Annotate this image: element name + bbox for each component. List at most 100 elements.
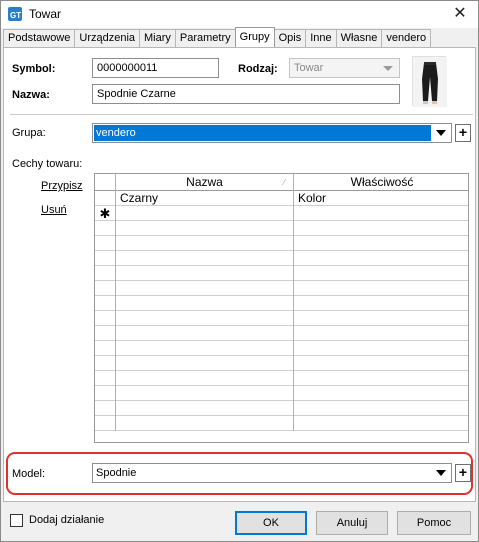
cell-wlasciwosc	[294, 371, 468, 386]
product-thumbnail[interactable]	[412, 56, 447, 107]
empty-row	[95, 371, 468, 386]
help-button[interactable]: Pomoc	[397, 511, 471, 535]
przypisz-link[interactable]: Przypisz	[41, 180, 83, 192]
row-indicator	[95, 236, 116, 251]
grupa-label: Grupa:	[12, 127, 46, 139]
cell-nazwa	[116, 281, 294, 296]
cell-nazwa	[116, 356, 294, 371]
cell-wlasciwosc	[294, 401, 468, 416]
cell-wlasciwosc	[294, 251, 468, 266]
empty-row	[95, 296, 468, 311]
cell-nazwa	[116, 326, 294, 341]
table-row[interactable]: Czarny Kolor	[95, 191, 468, 206]
row-indicator	[95, 401, 116, 416]
pants-image	[413, 57, 447, 107]
usun-link[interactable]: Usuń	[41, 204, 67, 216]
empty-row	[95, 221, 468, 236]
cell-nazwa	[116, 221, 294, 236]
column-header-wlasciwosc[interactable]: Właściwość	[294, 174, 468, 191]
tab-wlasne[interactable]: Własne	[335, 29, 383, 47]
empty-row	[95, 416, 468, 431]
cell-wlasciwosc	[294, 326, 468, 341]
ok-button[interactable]: OK	[235, 511, 307, 535]
rodzaj-select: Towar	[289, 58, 400, 78]
cell-nazwa	[116, 236, 294, 251]
tab-podstawowe[interactable]: Podstawowe	[3, 29, 76, 47]
empty-row	[95, 281, 468, 296]
nazwa-field[interactable]: Spodnie Czarne	[92, 84, 400, 104]
window-title: Towar	[29, 7, 62, 21]
empty-row	[95, 401, 468, 416]
cell-nazwa[interactable]	[116, 206, 294, 221]
tab-bar: Podstawowe Urządzenia Miary Parametry Gr…	[3, 27, 432, 47]
cell-nazwa	[116, 401, 294, 416]
model-highlight-annotation	[6, 452, 473, 495]
cell-nazwa	[116, 371, 294, 386]
column-header-label: Nazwa	[186, 175, 223, 189]
row-indicator	[95, 341, 116, 356]
rodzaj-value: Towar	[294, 62, 324, 74]
row-indicator	[95, 281, 116, 296]
row-indicator	[95, 191, 116, 206]
empty-row	[95, 311, 468, 326]
cell-wlasciwosc	[294, 266, 468, 281]
row-indicator	[95, 251, 116, 266]
chevron-down-icon	[436, 130, 446, 136]
nazwa-label: Nazwa:	[12, 89, 50, 101]
cell-nazwa[interactable]: Czarny	[116, 191, 294, 206]
cell-wlasciwosc	[294, 341, 468, 356]
separator	[10, 114, 473, 115]
tab-grupy[interactable]: Grupy	[234, 27, 275, 47]
row-indicator	[95, 296, 116, 311]
chevron-down-icon	[383, 66, 393, 71]
cell-wlasciwosc	[294, 356, 468, 371]
column-header-label: Właściwość	[350, 175, 414, 189]
dodaj-dzialanie-label: Dodaj działanie	[29, 514, 105, 526]
row-indicator	[95, 266, 116, 281]
row-indicator-header	[95, 174, 116, 191]
cell-nazwa	[116, 341, 294, 356]
cell-nazwa	[116, 251, 294, 266]
cell-wlasciwosc	[294, 281, 468, 296]
row-indicator	[95, 326, 116, 341]
close-icon[interactable]: ✕	[450, 5, 470, 23]
dodaj-dzialanie-checkbox[interactable]	[10, 514, 23, 527]
symbol-label: Symbol:	[12, 63, 56, 75]
new-row-marker-icon: ✱	[95, 206, 116, 221]
tab-opis[interactable]: Opis	[273, 29, 307, 47]
cell-wlasciwosc[interactable]: Kolor	[294, 191, 468, 206]
cell-wlasciwosc	[294, 311, 468, 326]
empty-row	[95, 251, 468, 266]
row-indicator	[95, 356, 116, 371]
cell-wlasciwosc	[294, 416, 468, 431]
grupa-select[interactable]: vendero	[92, 123, 452, 143]
cell-wlasciwosc[interactable]	[294, 206, 468, 221]
cell-wlasciwosc	[294, 236, 468, 251]
tab-miary[interactable]: Miary	[139, 29, 176, 47]
rodzaj-label: Rodzaj:	[238, 63, 278, 75]
tab-inne[interactable]: Inne	[305, 29, 337, 47]
column-header-nazwa[interactable]: Nazwa ⁄	[116, 174, 294, 191]
tab-vendero[interactable]: vendero	[381, 29, 432, 47]
row-indicator	[95, 371, 116, 386]
cechy-label: Cechy towaru:	[12, 158, 83, 170]
tab-parametry[interactable]: Parametry	[174, 29, 236, 47]
new-row[interactable]: ✱	[95, 206, 468, 221]
table-header: Nazwa ⁄ Właściwość	[95, 174, 468, 191]
cell-nazwa	[116, 386, 294, 401]
empty-row	[95, 236, 468, 251]
cechy-table[interactable]: Nazwa ⁄ Właściwość Czarny Kolor ✱	[94, 173, 469, 443]
row-indicator	[95, 416, 116, 431]
cell-nazwa	[116, 416, 294, 431]
tab-urzadzenia[interactable]: Urządzenia	[74, 29, 141, 47]
cell-wlasciwosc	[294, 221, 468, 236]
tab-panel-grupy: Symbol: 0000000011 Rodzaj: Towar Nazwa: …	[3, 47, 476, 502]
empty-row	[95, 356, 468, 371]
row-indicator	[95, 221, 116, 236]
cancel-button[interactable]: Anuluj	[316, 511, 388, 535]
empty-row	[95, 326, 468, 341]
symbol-field[interactable]: 0000000011	[92, 58, 219, 78]
empty-row	[95, 341, 468, 356]
add-grupa-button[interactable]: +	[455, 124, 471, 142]
row-indicator	[95, 311, 116, 326]
